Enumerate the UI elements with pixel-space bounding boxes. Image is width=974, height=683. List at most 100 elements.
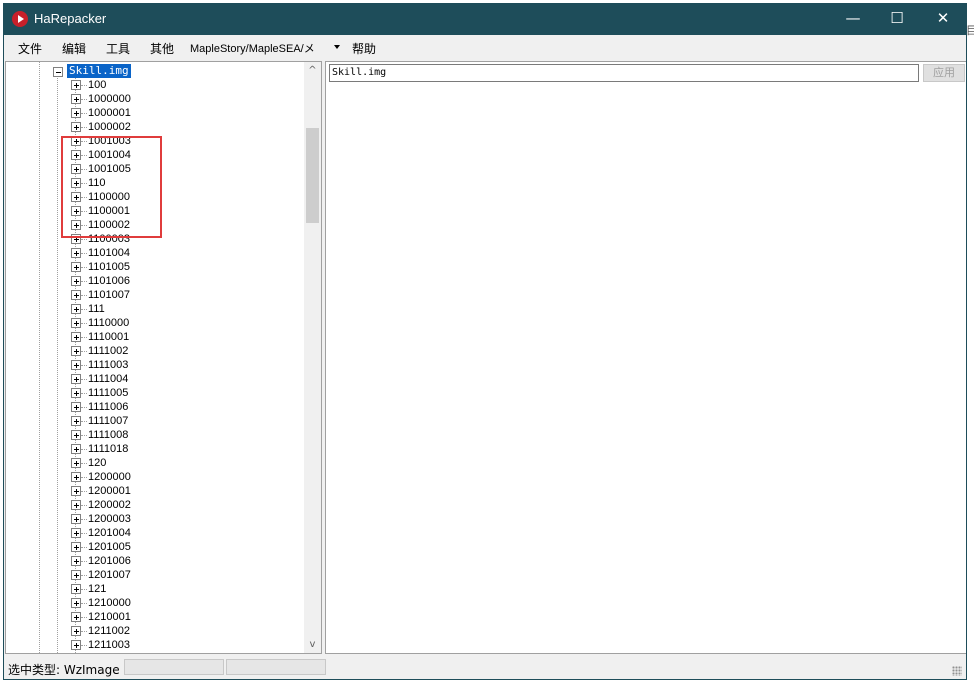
tree-node-label[interactable]: 1200001 <box>88 484 131 498</box>
tree-node[interactable]: 1211002 <box>6 624 296 638</box>
tree-node[interactable]: 1101005 <box>6 260 296 274</box>
tree-node-label[interactable]: 1111018 <box>88 442 128 456</box>
tree-node[interactable]: 1111002 <box>6 344 296 358</box>
minimize-button[interactable]: — <box>830 4 876 35</box>
tree-node[interactable]: 120 <box>6 456 296 470</box>
tree-node[interactable]: 1211003 <box>6 638 296 652</box>
tree-node-label[interactable]: 1211003 <box>88 638 130 652</box>
menu-other[interactable]: 其他 <box>150 40 174 57</box>
tree-node[interactable]: 1101006 <box>6 274 296 288</box>
expand-icon[interactable] <box>71 556 81 566</box>
scroll-up-icon[interactable]: ^ <box>304 62 321 79</box>
tree-root-label[interactable]: Skill.img <box>67 64 131 78</box>
tree-node[interactable]: 1201005 <box>6 540 296 554</box>
tree-node[interactable]: 1111003 <box>6 358 296 372</box>
tree-node-label[interactable]: 1000000 <box>88 92 131 106</box>
title-bar[interactable]: HaRepacker — ☐ ✕ <box>4 4 966 35</box>
tree-node-label[interactable]: 1201005 <box>88 540 131 554</box>
tree-node-label[interactable]: 1210001 <box>88 610 131 624</box>
tree-node-label[interactable]: 1201007 <box>88 568 131 582</box>
tree-node-label[interactable]: 111 <box>88 302 105 316</box>
tree-node-label[interactable]: 1101005 <box>88 260 130 274</box>
expand-icon[interactable] <box>71 94 81 104</box>
expand-icon[interactable] <box>71 402 81 412</box>
maximize-button[interactable]: ☐ <box>874 4 920 35</box>
expand-icon[interactable] <box>71 514 81 524</box>
tree-node-label[interactable]: 1111005 <box>88 386 128 400</box>
expand-icon[interactable] <box>71 542 81 552</box>
tree-node[interactable]: 1201006 <box>6 554 296 568</box>
expand-icon[interactable] <box>71 612 81 622</box>
tree-node-label[interactable]: 1101004 <box>88 246 130 260</box>
chevron-down-icon[interactable] <box>334 45 340 49</box>
expand-icon[interactable] <box>71 598 81 608</box>
collapse-icon[interactable] <box>53 67 63 77</box>
wz-tree-view[interactable]: Skill.img 100 1000000 1000001 1000002 100100… <box>5 61 322 654</box>
tree-node[interactable]: 1111008 <box>6 428 296 442</box>
expand-icon[interactable] <box>71 584 81 594</box>
tree-node-label[interactable]: 1211002 <box>88 624 130 638</box>
tree-node[interactable]: 1211004 <box>6 652 296 653</box>
expand-icon[interactable] <box>71 332 81 342</box>
tree-node-label[interactable]: 1210000 <box>88 596 131 610</box>
tree-scrollbar[interactable]: ^ v <box>304 62 321 653</box>
expand-icon[interactable] <box>71 108 81 118</box>
expand-icon[interactable] <box>71 262 81 272</box>
menu-tools[interactable]: 工具 <box>106 40 130 57</box>
expand-icon[interactable] <box>71 500 81 510</box>
expand-icon[interactable] <box>71 444 81 454</box>
expand-icon[interactable] <box>71 248 81 258</box>
tree-node-label[interactable]: 1101007 <box>88 288 130 302</box>
tree-node-label[interactable]: 1110000 <box>88 316 129 330</box>
tree-node-label[interactable]: 1200003 <box>88 512 131 526</box>
tree-node[interactable]: 1000001 <box>6 106 296 120</box>
tree-node[interactable]: 1000000 <box>6 92 296 106</box>
tree-node-label[interactable]: 1111008 <box>88 428 128 442</box>
tree-node[interactable]: 111 <box>6 302 296 316</box>
tree-node[interactable]: 1101004 <box>6 246 296 260</box>
expand-icon[interactable] <box>71 486 81 496</box>
tree-node[interactable]: 1111005 <box>6 386 296 400</box>
menu-edit[interactable]: 编辑 <box>62 40 86 57</box>
expand-icon[interactable] <box>71 122 81 132</box>
tree-node[interactable]: 1201004 <box>6 526 296 540</box>
tree-node[interactable]: 1210000 <box>6 596 296 610</box>
expand-icon[interactable] <box>71 416 81 426</box>
tree-node-label[interactable]: 1111003 <box>88 358 128 372</box>
tree-node[interactable]: 1210001 <box>6 610 296 624</box>
tree-node[interactable]: 100 <box>6 78 296 92</box>
expand-icon[interactable] <box>71 346 81 356</box>
tree-node-label[interactable]: 1111007 <box>88 414 128 428</box>
expand-icon[interactable] <box>71 430 81 440</box>
expand-icon[interactable] <box>71 570 81 580</box>
tree-node-label[interactable]: 1111004 <box>88 372 128 386</box>
tree-node[interactable]: 1201007 <box>6 568 296 582</box>
tree-node-label[interactable]: 1211004 <box>88 652 130 653</box>
expand-icon[interactable] <box>71 304 81 314</box>
tree-node-label[interactable]: 121 <box>88 582 106 596</box>
expand-icon[interactable] <box>71 472 81 482</box>
tree-node-label[interactable]: 1101006 <box>88 274 130 288</box>
tree-node-label[interactable]: 120 <box>88 456 106 470</box>
close-button[interactable]: ✕ <box>920 4 966 35</box>
resize-grip-icon[interactable] <box>952 666 962 676</box>
tree-node-label[interactable]: 1000001 <box>88 106 131 120</box>
expand-icon[interactable] <box>71 290 81 300</box>
expand-icon[interactable] <box>71 276 81 286</box>
expand-icon[interactable] <box>71 626 81 636</box>
tree-node[interactable]: 1110001 <box>6 330 296 344</box>
expand-icon[interactable] <box>71 388 81 398</box>
tree-node-label[interactable]: 1111006 <box>88 400 128 414</box>
tree-node-label[interactable]: 1201006 <box>88 554 131 568</box>
tree-root-node[interactable]: Skill.img <box>6 64 206 78</box>
tree-node[interactable]: 1110000 <box>6 316 296 330</box>
expand-icon[interactable] <box>71 374 81 384</box>
tree-node[interactable]: 1111018 <box>6 442 296 456</box>
expand-icon[interactable] <box>71 528 81 538</box>
scroll-down-icon[interactable]: v <box>304 636 321 653</box>
expand-icon[interactable] <box>71 458 81 468</box>
version-path-select[interactable]: MapleStory/MapleSEA/メ <box>190 40 315 56</box>
tree-node-label[interactable]: 1200002 <box>88 498 131 512</box>
tree-node-label[interactable]: 1000002 <box>88 120 131 134</box>
tree-node-label[interactable]: 1201004 <box>88 526 131 540</box>
